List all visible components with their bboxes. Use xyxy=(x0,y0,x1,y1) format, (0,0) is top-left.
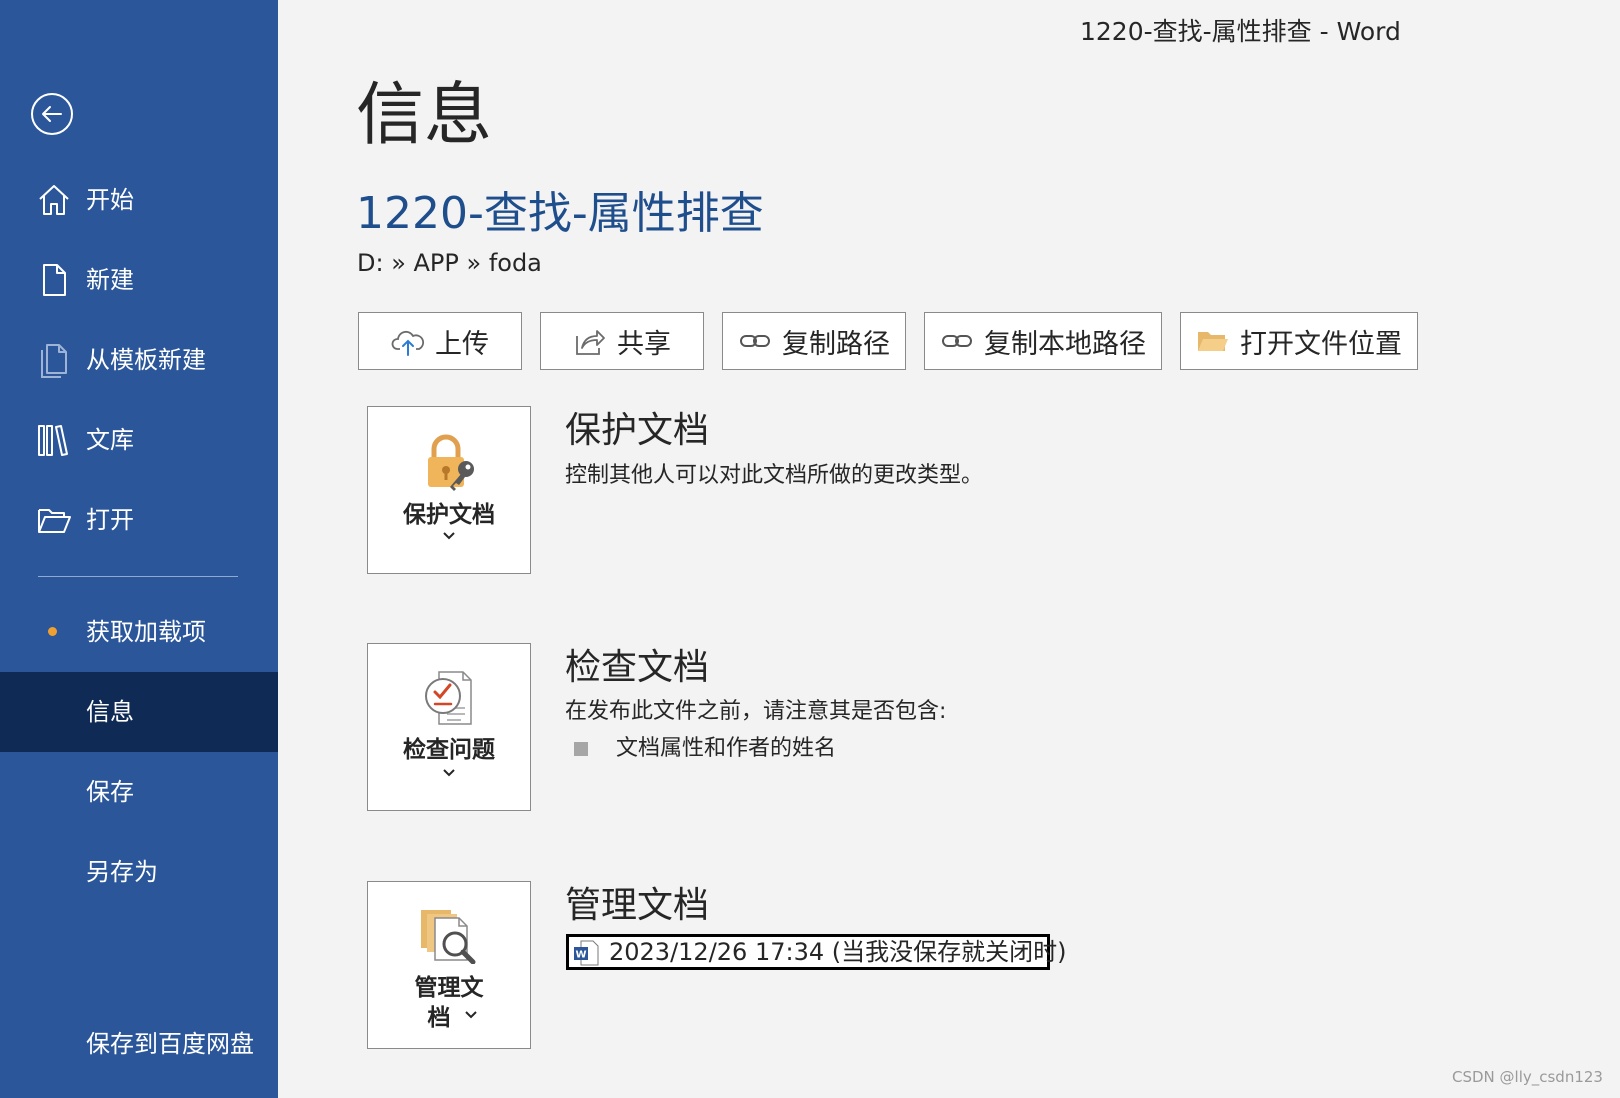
chevron-down-icon xyxy=(464,1008,478,1024)
sidebar-item-label: 文库 xyxy=(86,426,134,454)
sidebar-item-library[interactable]: 文库 xyxy=(0,400,278,480)
manage-document-button[interactable]: 管理文 档 xyxy=(367,881,531,1049)
notification-dot-icon xyxy=(48,627,57,636)
svg-text:W: W xyxy=(575,950,586,961)
word-document-icon: W xyxy=(574,940,599,966)
sidebar-item-new-from-template[interactable]: 从模板新建 xyxy=(0,320,278,400)
protect-section-description: 控制其他人可以对此文档所做的更改类型。 xyxy=(565,463,984,488)
home-icon xyxy=(39,185,69,215)
manage-document-label-line2: 档 xyxy=(427,1005,451,1031)
manage-section-title: 管理文档 xyxy=(565,885,710,926)
sidebar-item-info[interactable]: 信息 xyxy=(0,672,278,752)
check-for-issues-label: 检查问题 xyxy=(403,737,495,763)
sidebar-item-label: 新建 xyxy=(86,266,134,294)
back-arrow-icon xyxy=(31,93,73,135)
copy-local-path-button[interactable]: 复制本地路径 xyxy=(924,312,1162,370)
sidebar-item-save-as[interactable]: 另存为 xyxy=(0,832,278,912)
link-icon xyxy=(740,335,770,347)
sidebar-item-label: 从模板新建 xyxy=(86,346,206,374)
inspect-section-title: 检查文档 xyxy=(565,647,710,688)
check-for-issues-button[interactable]: 检查问题 xyxy=(367,643,531,811)
share-button-label: 共享 xyxy=(617,328,671,360)
link-icon xyxy=(942,335,972,347)
template-icon xyxy=(41,344,67,378)
inspect-bullet-item: 文档属性和作者的姓名 xyxy=(616,736,837,761)
upload-button-label: 上传 xyxy=(435,328,489,360)
open-file-location-button[interactable]: 打开文件位置 xyxy=(1180,312,1418,370)
sidebar-item-save-to-baidu[interactable]: 保存到百度网盘 xyxy=(0,1004,278,1084)
sidebar-item-label: 另存为 xyxy=(86,858,158,886)
back-button[interactable] xyxy=(30,92,74,136)
protect-document-button[interactable]: 保护文档 xyxy=(367,406,531,574)
window-title: 1220-查找-属性排查 - Word xyxy=(1080,17,1401,46)
folder-icon xyxy=(1198,332,1228,351)
cloud-upload-icon xyxy=(391,330,425,356)
open-file-location-button-label: 打开文件位置 xyxy=(1240,328,1402,360)
lock-key-icon xyxy=(428,434,474,491)
sidebar-item-label: 开始 xyxy=(86,186,134,214)
chevron-down-icon xyxy=(442,529,456,545)
sidebar-item-label: 保存 xyxy=(86,778,134,806)
autosave-version-item[interactable]: W 2023/12/26 17:34 (当我没保存就关闭时) xyxy=(566,934,1066,970)
copy-local-path-button-label: 复制本地路径 xyxy=(984,328,1146,360)
open-folder-icon xyxy=(38,509,71,533)
library-icon xyxy=(38,425,68,456)
chevron-down-icon xyxy=(442,766,456,782)
new-document-icon xyxy=(43,264,66,296)
sidebar-item-label: 打开 xyxy=(86,506,134,534)
copy-path-button[interactable]: 复制路径 xyxy=(722,312,906,370)
protect-section-title: 保护文档 xyxy=(565,410,710,451)
protect-document-label: 保护文档 xyxy=(403,502,495,528)
version-entry-text: 2023/12/26 17:34 (当我没保存就关闭时) xyxy=(609,938,1067,966)
watermark: CSDN @lly_csdn123 xyxy=(1452,1068,1603,1086)
upload-button[interactable]: 上传 xyxy=(358,312,522,370)
sidebar-item-label: 信息 xyxy=(86,698,134,726)
sidebar-divider xyxy=(38,576,238,577)
sidebar-item-get-addins[interactable]: 获取加载项 xyxy=(0,592,278,672)
inspect-section-description: 在发布此文件之前，请注意其是否包含: xyxy=(565,699,947,724)
share-button[interactable]: 共享 xyxy=(540,312,704,370)
backstage-sidebar: 开始 新建 从模板新建 文库 打开 获取加载项 信息 保存 另存为 保存到百度网… xyxy=(0,0,278,1098)
sidebar-item-save[interactable]: 保存 xyxy=(0,752,278,832)
share-icon xyxy=(576,330,605,355)
sidebar-item-new[interactable]: 新建 xyxy=(0,240,278,320)
manage-document-icon xyxy=(421,910,476,964)
sidebar-item-label: 保存到百度网盘 xyxy=(86,1030,254,1058)
document-title: 1220-查找-属性排查 xyxy=(356,188,764,239)
sidebar-item-open[interactable]: 打开 xyxy=(0,480,278,560)
document-path: D: » APP » foda xyxy=(357,249,542,277)
sidebar-item-home[interactable]: 开始 xyxy=(0,160,278,240)
manage-document-label: 管理文 xyxy=(414,975,484,1001)
copy-path-button-label: 复制路径 xyxy=(782,328,890,360)
bullet-square xyxy=(574,742,588,756)
sidebar-item-label: 获取加载项 xyxy=(86,618,206,646)
inspect-document-icon xyxy=(425,671,472,725)
page-title: 信息 xyxy=(356,76,493,155)
